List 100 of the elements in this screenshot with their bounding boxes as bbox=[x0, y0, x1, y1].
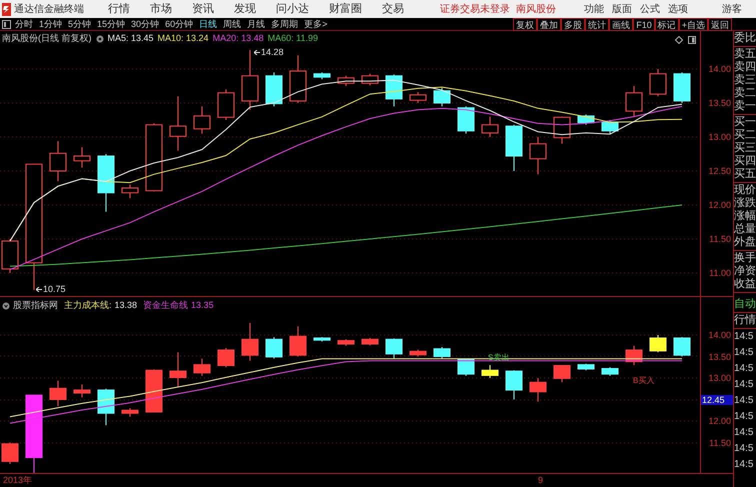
app-title: 通达信金融终端 bbox=[14, 2, 84, 16]
app-logo-icon bbox=[2, 2, 11, 16]
quote-label: 买五 bbox=[734, 168, 756, 181]
tool-button[interactable]: F10 bbox=[633, 18, 655, 30]
quote-label: 卖四 bbox=[734, 61, 756, 74]
axis-label: 14.00 bbox=[708, 330, 731, 340]
period-tab[interactable]: 1分钟 bbox=[39, 18, 62, 30]
buy-signal: B买入 bbox=[633, 375, 654, 387]
ma-legend: MA20: 13.48 bbox=[212, 32, 264, 46]
axis-label: 13.00 bbox=[708, 132, 731, 142]
period-tab[interactable]: 60分钟 bbox=[165, 18, 194, 30]
section-label[interactable]: 行情 bbox=[734, 313, 756, 329]
settings-icon[interactable] bbox=[96, 34, 104, 43]
quote-label: 买三 bbox=[734, 142, 756, 155]
tool-button[interactable]: 多股 bbox=[561, 18, 586, 30]
trade-time: 14:5 bbox=[734, 330, 754, 344]
quote-label: 买一 bbox=[734, 116, 756, 129]
quote-label: 买二 bbox=[734, 129, 756, 142]
more-periods-link[interactable]: 更多> bbox=[304, 18, 328, 30]
menu-item[interactable]: 交易 bbox=[382, 0, 404, 18]
quote-label: 卖三 bbox=[734, 74, 756, 87]
tool-button[interactable]: 返回 bbox=[708, 18, 732, 30]
axis-label: 13.50 bbox=[708, 98, 731, 108]
trade-time: 14:5 bbox=[734, 426, 754, 440]
axis-label: 14.00 bbox=[708, 64, 731, 74]
period-tab[interactable]: 5分钟 bbox=[68, 18, 92, 30]
x-axis-label: 2013年 bbox=[3, 474, 32, 487]
period-tab[interactable]: 月线 bbox=[247, 18, 266, 30]
indicator-legend-value: 13.38 bbox=[114, 299, 138, 312]
quote-label: 总量 bbox=[734, 223, 756, 236]
menu-item[interactable]: 发现 bbox=[234, 0, 256, 18]
quote-label: 卖五 bbox=[734, 48, 756, 61]
period-tab[interactable]: 15分钟 bbox=[97, 18, 126, 30]
period-tab[interactable]: 周线 bbox=[223, 18, 242, 30]
chart-title: 南风股份(日线 前复权) bbox=[2, 32, 92, 45]
quote-label: 买四 bbox=[734, 155, 756, 168]
quote-label: 卖二 bbox=[734, 87, 756, 100]
indicator-source: 股票指标网 bbox=[13, 299, 58, 312]
quote-label: 涨幅 bbox=[734, 210, 756, 223]
ma-legend: MA10: 13.24 bbox=[158, 32, 209, 46]
period-tab[interactable]: 多周期 bbox=[271, 18, 298, 30]
axis-label: 12.00 bbox=[708, 416, 731, 426]
tool-button[interactable]: 统计 bbox=[585, 18, 610, 30]
indicator-legend-name: 资金生命线 bbox=[143, 299, 188, 312]
tool-button[interactable]: 叠加 bbox=[537, 18, 562, 30]
indicator-legend-value: 13.35 bbox=[191, 299, 214, 312]
trade-time: 14:5 bbox=[734, 442, 754, 456]
trade-time: 14:5 bbox=[734, 378, 754, 392]
quote-label: 外盘 bbox=[734, 236, 756, 249]
marker-arrow-icon bbox=[254, 50, 260, 56]
axis-label: 12.00 bbox=[708, 200, 731, 210]
period-tab[interactable]: 日线 bbox=[199, 18, 218, 30]
axis-label: 11.50 bbox=[709, 234, 731, 244]
ma-legend: MA5: 13.45 bbox=[108, 32, 154, 46]
panel-toggle-icon[interactable] bbox=[688, 36, 696, 44]
login-status[interactable]: 证券交易未登录 bbox=[440, 2, 510, 16]
axis-label: 12.45 bbox=[701, 394, 733, 404]
panel-toggle-icon[interactable] bbox=[2, 20, 11, 28]
trade-time: 14:5 bbox=[734, 346, 754, 360]
trade-time: 14:5 bbox=[734, 362, 754, 376]
x-axis-label: 9 bbox=[538, 474, 544, 487]
high-price-marker: 14.28 bbox=[261, 46, 284, 59]
stock-link[interactable]: 南风股份 bbox=[516, 2, 556, 16]
quote-label: 涨跌 bbox=[734, 197, 756, 210]
trade-time: 14:5 bbox=[734, 410, 754, 424]
axis-label: 11.50 bbox=[709, 438, 731, 448]
quote-label: 换手 bbox=[734, 252, 756, 265]
marker-arrow-icon bbox=[36, 287, 42, 292]
indicator-settings-icon[interactable] bbox=[2, 302, 10, 310]
menu-item[interactable]: 行情 bbox=[108, 0, 130, 18]
axis-label: 11.00 bbox=[709, 268, 731, 278]
axis-label: 13.00 bbox=[708, 373, 731, 383]
top-menu-item[interactable]: 选项 bbox=[668, 2, 688, 16]
quote-label: 净资 bbox=[734, 265, 756, 278]
tool-button[interactable]: +自选 bbox=[678, 18, 708, 30]
diamond-icon[interactable] bbox=[675, 36, 683, 44]
tool-button[interactable]: 复权 bbox=[513, 18, 538, 30]
trade-time: 14:5 bbox=[734, 394, 754, 408]
axis-label: 13.50 bbox=[708, 352, 731, 362]
ma-legend: MA60: 11.99 bbox=[268, 32, 318, 46]
quote-label: 卖一 bbox=[734, 100, 756, 113]
low-price-marker: 10.75 bbox=[43, 283, 66, 296]
quote-label: 现价 bbox=[734, 184, 756, 197]
menu-item[interactable]: 问小达 bbox=[276, 0, 309, 18]
auto-mode-label[interactable]: 自动 bbox=[734, 297, 756, 313]
indicator-legend-name: 主力成本线: bbox=[64, 299, 112, 312]
quote-label: 收益 bbox=[734, 278, 756, 291]
menu-item[interactable]: 市场 bbox=[150, 0, 172, 18]
tool-button[interactable]: 画线 bbox=[609, 18, 634, 30]
user-label[interactable]: 游客 bbox=[722, 2, 742, 16]
menu-item[interactable]: 资讯 bbox=[192, 0, 214, 18]
top-menu-item[interactable]: 公式 bbox=[640, 2, 660, 16]
tool-button[interactable]: 标记 bbox=[654, 18, 679, 30]
menu-item[interactable]: 财富圈 bbox=[329, 0, 362, 18]
axis-label: 12.50 bbox=[708, 166, 731, 176]
trade-time: 14:5 bbox=[734, 458, 754, 472]
top-menu-item[interactable]: 功能 bbox=[584, 2, 604, 16]
top-menu-item[interactable]: 版面 bbox=[612, 2, 632, 16]
period-tab[interactable]: 30分钟 bbox=[131, 18, 160, 30]
period-tab[interactable]: 分时 bbox=[15, 18, 33, 30]
